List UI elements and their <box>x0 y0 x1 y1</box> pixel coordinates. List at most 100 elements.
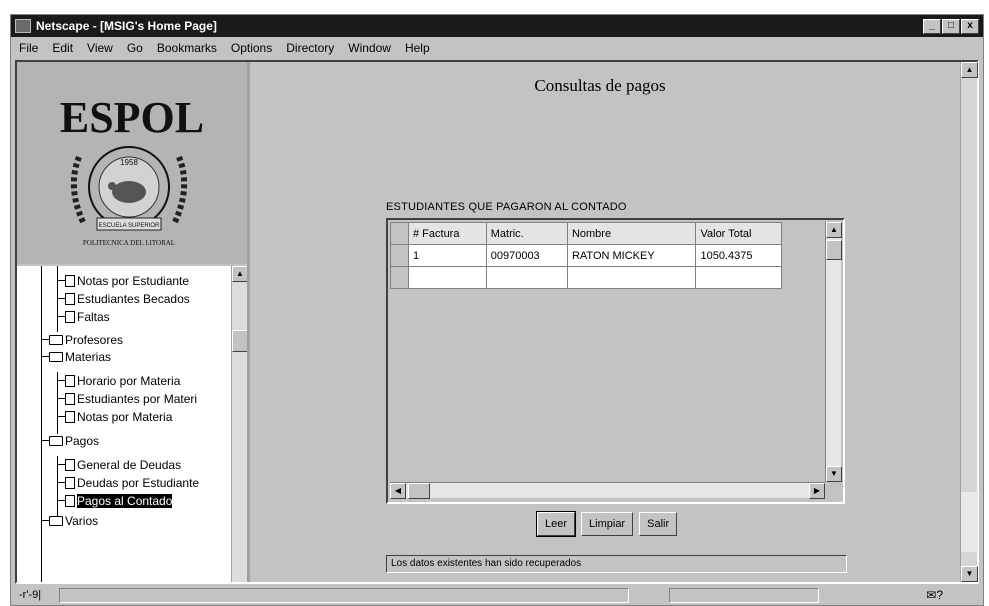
menu-options[interactable]: Options <box>229 40 274 56</box>
scroll-up-arrow-icon[interactable]: ▲ <box>232 266 247 282</box>
document-icon <box>65 274 75 287</box>
empty-cell[interactable] <box>695 266 782 289</box>
scroll-thumb[interactable] <box>408 483 430 499</box>
menu-bookmarks[interactable]: Bookmarks <box>155 40 219 56</box>
scroll-right-arrow-icon[interactable]: ▶ <box>809 483 825 499</box>
menu-view[interactable]: View <box>85 40 115 56</box>
salir-button[interactable]: Salir <box>639 512 678 536</box>
netscape-window: Netscape - [MSIG's Home Page] _ □ x File… <box>10 14 984 606</box>
table-header-row: # Factura Matric. Nombre Valor Total <box>390 222 782 245</box>
logo-wordmark: ESPOL <box>60 93 204 142</box>
status-bar: -r'-9| ✉? <box>11 585 983 605</box>
empty-cell[interactable] <box>566 266 697 289</box>
menu-go[interactable]: Go <box>125 40 145 56</box>
browser-content-area: ESPOL 1958 ESCUELA SUPERIOR POLITECNICA … <box>15 60 979 584</box>
espol-logo-panel: ESPOL 1958 ESCUELA SUPERIOR POLITECNICA … <box>17 62 247 264</box>
document-icon <box>65 374 75 387</box>
document-icon <box>65 310 75 323</box>
table-row[interactable]: 1 00970003 RATON MICKEY 1050.4375 <box>390 244 782 267</box>
leer-button[interactable]: Leer <box>535 511 577 537</box>
page-scrollbar[interactable]: ▲ ▼ <box>960 62 978 582</box>
table-row-empty[interactable] <box>390 266 782 289</box>
scroll-down-arrow-icon[interactable]: ▼ <box>826 466 842 482</box>
title-bar: Netscape - [MSIG's Home Page] _ □ x <box>11 15 983 37</box>
menu-window[interactable]: Window <box>346 40 393 56</box>
progress-field <box>669 587 819 603</box>
logo-band-text: ESCUELA SUPERIOR <box>99 223 160 229</box>
tree-item-estudiantes-becados[interactable]: Estudiantes Becados <box>65 290 190 307</box>
document-icon <box>65 458 75 471</box>
menu-bar: File Edit View Go Bookmarks Options Dire… <box>11 37 983 58</box>
scroll-down-arrow-icon[interactable]: ▼ <box>961 566 978 582</box>
column-header-matricula[interactable]: Matric. <box>485 222 568 245</box>
row-header-cell[interactable] <box>390 266 409 289</box>
scroll-up-arrow-icon[interactable]: ▲ <box>826 222 842 238</box>
document-icon <box>65 494 75 507</box>
payments-table: # Factura Matric. Nombre Valor Total 1 0… <box>390 222 782 289</box>
cell-matricula[interactable]: 00970003 <box>485 244 568 267</box>
tree-scrollbar[interactable]: ▲ <box>231 266 247 582</box>
scroll-thumb[interactable] <box>961 492 978 552</box>
tree-item-estudiantes-por-materia[interactable]: Estudiantes por Materi <box>65 390 197 407</box>
tree-item-notas-por-estudiante[interactable]: Notas por Estudiante <box>65 272 189 289</box>
column-header-factura[interactable]: # Factura <box>408 222 487 245</box>
close-button[interactable]: x <box>961 18 979 34</box>
logo-year: 1958 <box>120 158 138 167</box>
tree-item-pagos-al-contado[interactable]: Pagos al Contado <box>65 492 173 509</box>
open-folder-icon <box>49 351 63 362</box>
open-folder-icon <box>49 435 63 446</box>
tree-item-profesores[interactable]: Profesores <box>49 331 123 348</box>
status-text-field <box>59 587 629 603</box>
action-buttons: Leer Limpiar Salir <box>535 511 678 537</box>
tree-item-general-de-deudas[interactable]: General de Deudas <box>65 456 181 473</box>
netscape-app-icon[interactable] <box>15 19 31 33</box>
tree-item-varios[interactable]: Varios <box>49 512 98 529</box>
grid-caption: ESTUDIANTES QUE PAGARON AL CONTADO <box>386 201 627 213</box>
menu-help[interactable]: Help <box>403 40 432 56</box>
empty-cell[interactable] <box>485 266 568 289</box>
scroll-up-arrow-icon[interactable]: ▲ <box>961 62 978 78</box>
mail-icon[interactable]: ✉? <box>926 588 943 602</box>
document-icon <box>65 392 75 405</box>
row-header-cell <box>390 222 409 245</box>
column-header-nombre[interactable]: Nombre <box>566 222 697 245</box>
tree-item-notas-por-materia[interactable]: Notas por Materia <box>65 408 172 425</box>
document-icon <box>65 476 75 489</box>
folder-icon <box>49 334 63 345</box>
scroll-thumb[interactable] <box>826 240 842 260</box>
tree-item-horario-por-materia[interactable]: Horario por Materia <box>65 372 180 389</box>
payments-grid: # Factura Matric. Nombre Valor Total 1 0… <box>386 218 845 504</box>
tree-item-faltas[interactable]: Faltas <box>65 308 110 325</box>
grid-vertical-scrollbar[interactable]: ▲ ▼ <box>825 222 842 482</box>
tree-item-deudas-por-estudiante[interactable]: Deudas por Estudiante <box>65 474 199 491</box>
document-icon <box>65 292 75 305</box>
window-title: Netscape - [MSIG's Home Page] <box>36 19 217 33</box>
scroll-left-arrow-icon[interactable]: ◀ <box>390 483 406 499</box>
cell-valor-total[interactable]: 1050.4375 <box>695 244 782 267</box>
minimize-button[interactable]: _ <box>923 18 941 34</box>
main-frame: Consultas de pagos ESTUDIANTES QUE PAGAR… <box>255 62 978 582</box>
menu-edit[interactable]: Edit <box>50 40 75 56</box>
maximize-button[interactable]: □ <box>942 18 960 34</box>
scroll-thumb[interactable] <box>232 330 247 352</box>
grid-horizontal-scrollbar[interactable]: ◀ ▶ <box>390 482 825 499</box>
left-frame: ESPOL 1958 ESCUELA SUPERIOR POLITECNICA … <box>17 62 250 582</box>
open-folder-icon <box>49 515 63 526</box>
tree-item-materias[interactable]: Materias <box>49 348 111 365</box>
tree-item-pagos[interactable]: Pagos <box>49 432 99 449</box>
window-controls: _ □ x <box>923 18 979 34</box>
document-icon <box>65 410 75 423</box>
row-header-cell[interactable] <box>390 244 409 267</box>
page-title: Consultas de pagos <box>534 76 666 95</box>
cell-nombre[interactable]: RATON MICKEY <box>566 244 697 267</box>
menu-file[interactable]: File <box>17 40 40 56</box>
security-key-icon: -r'-9| <box>19 589 42 601</box>
navigation-tree: Notas por Estudiante Estudiantes Becados… <box>17 266 247 582</box>
menu-directory[interactable]: Directory <box>284 40 336 56</box>
cell-factura[interactable]: 1 <box>408 244 487 267</box>
status-message: Los datos existentes han sido recuperado… <box>386 555 847 573</box>
logo-footer-text: POLITECNICA DEL LITORAL <box>83 239 175 247</box>
column-header-valor-total[interactable]: Valor Total <box>695 222 782 245</box>
empty-cell[interactable] <box>408 266 487 289</box>
limpiar-button[interactable]: Limpiar <box>581 512 634 536</box>
